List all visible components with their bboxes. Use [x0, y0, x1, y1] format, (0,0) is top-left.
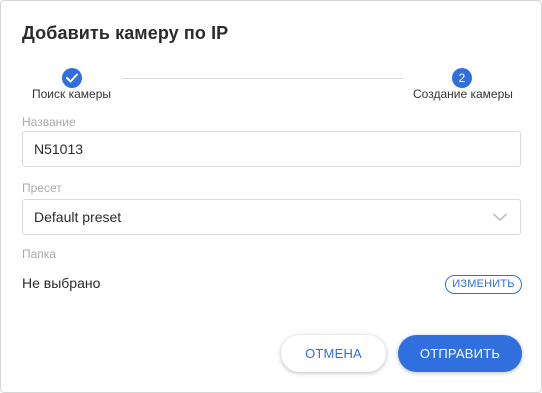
dialog-title: Добавить камеру по IP [22, 23, 229, 43]
step-1-indicator [62, 68, 82, 88]
step-2-indicator: 2 [452, 68, 472, 88]
stepper-connector [121, 78, 403, 79]
name-input[interactable]: N51013 [22, 131, 521, 167]
check-icon [66, 73, 78, 83]
step-1-label: Поиск камеры [32, 87, 111, 101]
folder-value: Не выбрано [22, 275, 101, 291]
preset-select[interactable]: Default preset [22, 199, 521, 235]
add-camera-dialog: Добавить камеру по IP Поиск камеры 2 Соз… [0, 0, 542, 393]
step-2-label: Создание камеры [413, 87, 513, 101]
folder-field-label: Папка [22, 247, 56, 261]
preset-select-value: Default preset [34, 209, 122, 225]
preset-field-label: Пресет [22, 181, 62, 195]
submit-button[interactable]: ОТПРАВИТЬ [398, 335, 522, 372]
chevron-down-icon [493, 213, 507, 221]
change-folder-button[interactable]: ИЗМЕНИТЬ [445, 275, 522, 294]
name-field-label: Название [22, 115, 76, 129]
cancel-button[interactable]: ОТМЕНА [281, 335, 386, 372]
